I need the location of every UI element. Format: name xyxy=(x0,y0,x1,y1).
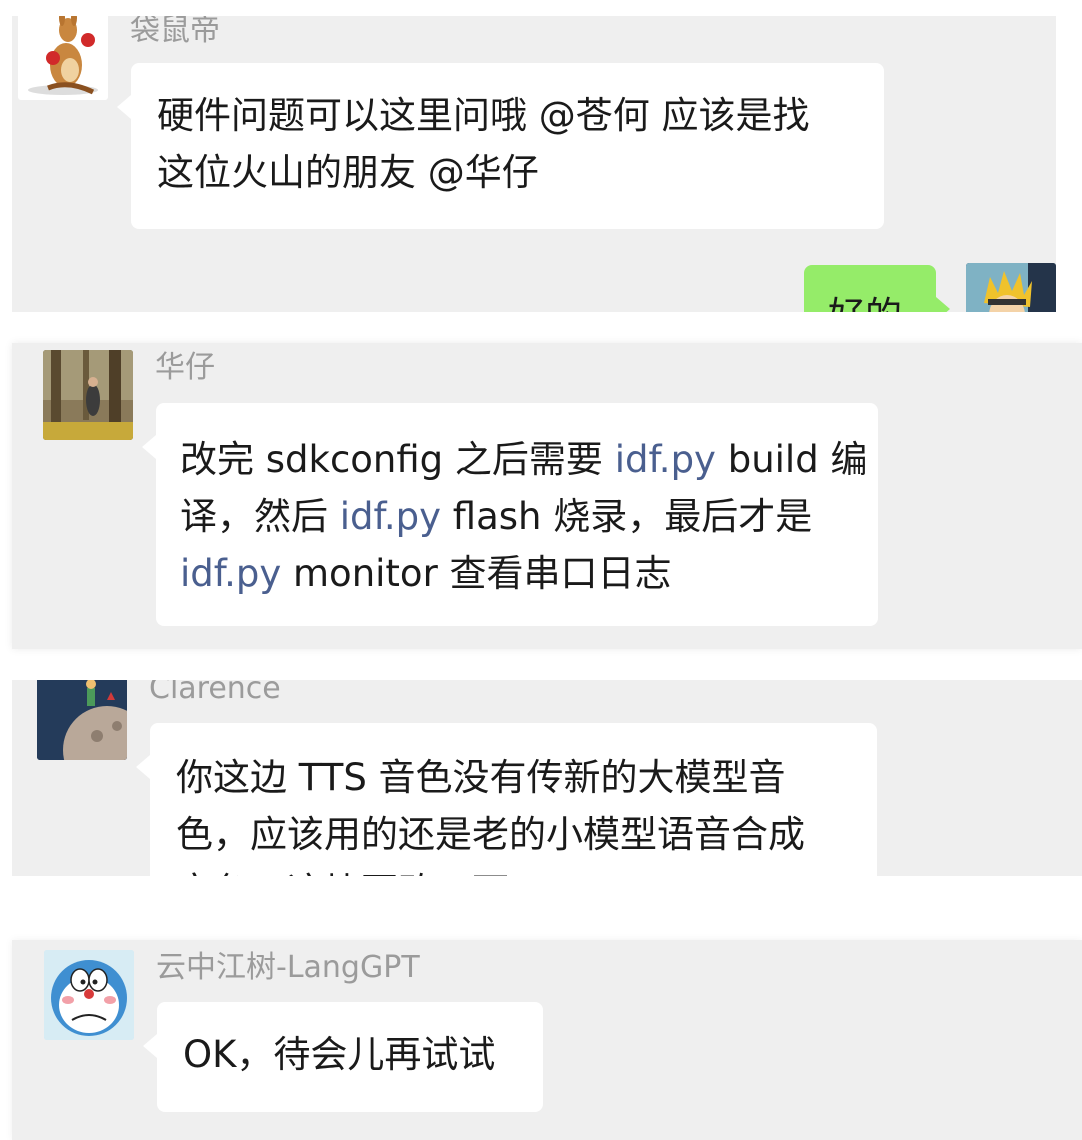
chat-panel-4: 云中江树-LangGPT OK，待会儿再试试 xyxy=(12,940,1082,1140)
chat-panel-2: 华仔 改完 sdkconfig 之后需要 idf.py build 编 译，然后… xyxy=(12,343,1082,649)
sender-name: 袋鼠帝 xyxy=(130,16,220,48)
idf-link[interactable]: idf.py xyxy=(615,438,716,481)
sender-name: 云中江树-LangGPT xyxy=(156,950,420,985)
message-text-line: 改完 sdkconfig 之后需要 idf.py build 编 xyxy=(180,431,867,488)
text-segment: monitor 查看串口日志 xyxy=(281,552,672,595)
message-text-line: 硬件问题可以这里问哦 @苍何 应该是找 xyxy=(157,94,810,137)
sender-name: 华仔 xyxy=(155,350,215,385)
message-text-line: 你这边 TTS 音色没有传新的大模型音 xyxy=(176,756,786,799)
message-text-line: 译，然后 idf.py flash 烧录，最后才是 xyxy=(180,488,852,545)
message-bubble[interactable]: 你这边 TTS 音色没有传新的大模型音 色，应该用的还是老的小模型语音合成 音色… xyxy=(136,723,877,876)
message-text-line: 这位火山的朋友 @华仔 xyxy=(157,151,539,194)
avatar-little-prince[interactable] xyxy=(37,680,127,760)
message-text-line: 色，应该用的还是老的小模型语音合成 xyxy=(176,813,805,856)
message-bubble[interactable]: 硬件问题可以这里问哦 @苍何 应该是找 这位火山的朋友 @华仔 xyxy=(117,63,884,229)
avatar-forest[interactable] xyxy=(43,350,133,440)
text-segment: 改完 sdkconfig 之后需要 xyxy=(180,438,615,481)
idf-link[interactable]: idf.py xyxy=(180,552,281,595)
message-text-line: idf.py monitor 查看串口日志 xyxy=(180,545,852,602)
avatar-self[interactable] xyxy=(966,263,1056,312)
text-segment: build 编 xyxy=(715,438,868,481)
avatar-doraemon[interactable] xyxy=(44,950,134,1040)
chat-panel-1: 袋鼠帝 硬件问题可以这里问哦 @苍何 应该是找 这位火山的朋友 @华仔 好的 xyxy=(12,16,1056,312)
idf-link[interactable]: idf.py xyxy=(340,495,441,538)
text-segment: flash 烧录，最后才是 xyxy=(441,495,813,538)
avatar-kangaroo[interactable] xyxy=(18,16,108,100)
chat-panel-3: Clarence 你这边 TTS 音色没有传新的大模型音 色，应该用的还是老的小… xyxy=(12,680,1082,876)
message-bubble[interactable]: 改完 sdkconfig 之后需要 idf.py build 编 译，然后 id… xyxy=(142,403,878,626)
text-segment: 译，然后 xyxy=(180,495,340,538)
message-bubble[interactable]: OK，待会儿再试试 xyxy=(143,1002,543,1112)
message-text: 好的 xyxy=(828,287,912,312)
my-message-bubble[interactable]: 好的 xyxy=(804,265,950,312)
sender-name: Clarence xyxy=(149,680,281,706)
message-text-line: 音色，这块更改一下 xyxy=(176,863,851,876)
message-text: OK，待会儿再试试 xyxy=(183,1033,496,1076)
